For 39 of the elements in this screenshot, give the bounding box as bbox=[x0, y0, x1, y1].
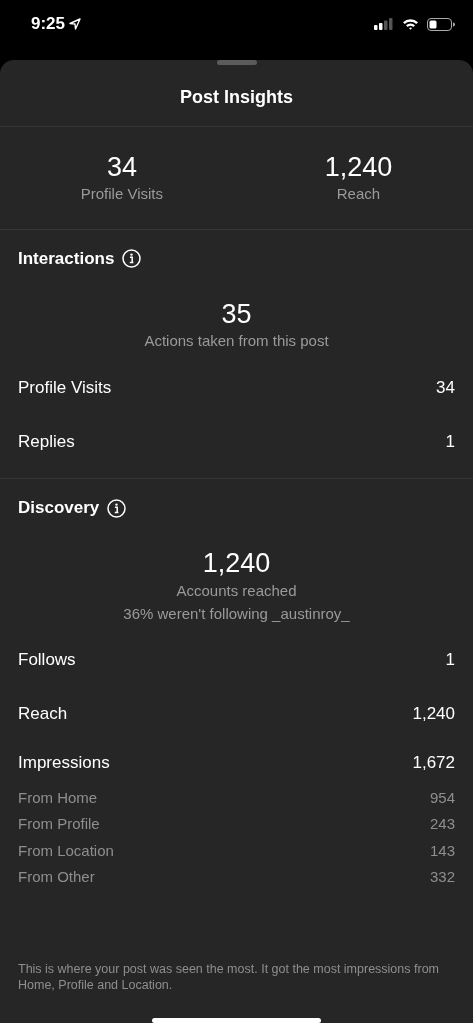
breakdown-value: 954 bbox=[429, 787, 455, 808]
metric-label: Profile Visits bbox=[80, 183, 164, 204]
stat-label: Impressions bbox=[18, 751, 110, 774]
breakdown-value: 332 bbox=[429, 867, 455, 888]
wifi-icon bbox=[402, 18, 419, 30]
total-value: 35 bbox=[221, 299, 252, 330]
stat-label: Follows bbox=[18, 648, 76, 671]
location-arrow-icon bbox=[69, 18, 82, 30]
stat-value: 1,672 bbox=[412, 751, 455, 774]
info-icon[interactable] bbox=[122, 249, 142, 269]
stat-value: 1,240 bbox=[412, 702, 455, 725]
signal-icon bbox=[374, 18, 394, 30]
total-caption: 36% weren't following _austinroy_ bbox=[123, 603, 350, 624]
breakdown-label: From Home bbox=[18, 787, 98, 808]
metric-value: 1,240 bbox=[324, 153, 393, 183]
metric-label: Reach bbox=[336, 183, 381, 204]
section-title: Discovery bbox=[18, 497, 100, 520]
drag-handle[interactable] bbox=[216, 60, 257, 65]
breakdown-label: From Profile bbox=[18, 814, 100, 835]
total-value: 1,240 bbox=[202, 548, 271, 579]
status-time: 9:25 bbox=[31, 13, 66, 36]
stat-label: Replies bbox=[18, 430, 75, 453]
stat-label: Profile Visits bbox=[18, 376, 112, 399]
breakdown-value: 243 bbox=[429, 814, 455, 835]
total-caption: Accounts reached bbox=[176, 580, 297, 601]
info-icon[interactable] bbox=[107, 498, 127, 518]
section-title: Interactions bbox=[18, 248, 115, 271]
stat-value: 1 bbox=[445, 648, 455, 671]
total-caption: Actions taken from this post bbox=[144, 331, 329, 352]
stat-value: 34 bbox=[436, 376, 455, 399]
breakdown-value: 143 bbox=[429, 840, 455, 861]
battery-icon bbox=[427, 17, 455, 31]
stat-value: 1 bbox=[445, 430, 455, 453]
breakdown-label: From Location bbox=[18, 840, 114, 861]
breakdown-label: From Other bbox=[18, 867, 95, 888]
sheet-title: Post Insights bbox=[179, 86, 294, 109]
metric-value: 34 bbox=[106, 153, 137, 183]
footnote-text: This is where your post was seen the most. It got the most impressions from Home, Profile and Location. bbox=[17, 961, 440, 993]
stat-label: Reach bbox=[18, 702, 68, 725]
